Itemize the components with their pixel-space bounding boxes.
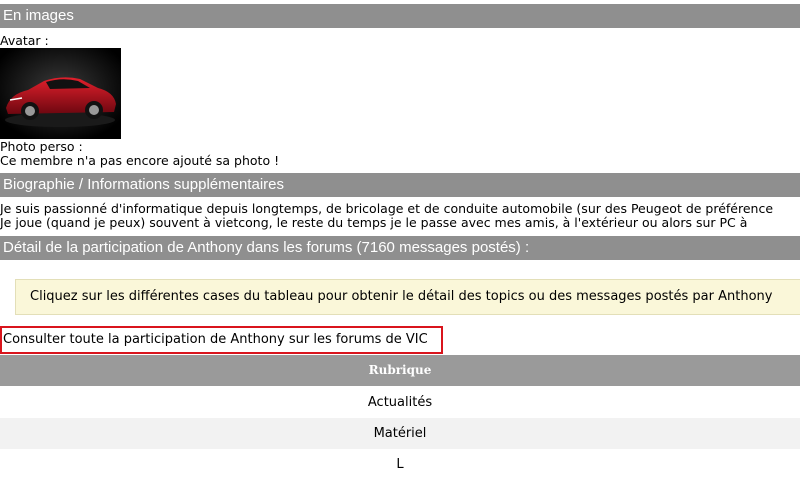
section-header-images: En images [0,4,800,28]
table-header-rubrique: Rubrique [0,355,800,386]
avatar-label: Avatar : [0,34,49,48]
bio-line-2: Je joue (quand je peux) souvent à vietco… [0,216,748,230]
info-notice: Cliquez sur les différentes cases du tab… [15,279,800,315]
avatar-image [0,48,121,139]
section-header-biography: Biographie / Informations supplémentaire… [0,173,800,197]
photo-label: Photo perso : [0,140,83,154]
bio-line-1: Je suis passionné d'informatique depuis … [0,202,774,216]
table-row[interactable]: L [0,449,800,480]
table-row[interactable]: Actualités [0,387,800,418]
section-header-participation: Détail de la participation de Anthony da… [0,236,800,260]
photo-text: Ce membre n'a pas encore ajouté sa photo… [0,154,280,168]
car-image [0,48,121,139]
table-row[interactable]: Matériel [0,418,800,449]
consult-participation-link[interactable]: Consulter toute la participation de Anth… [0,326,443,354]
